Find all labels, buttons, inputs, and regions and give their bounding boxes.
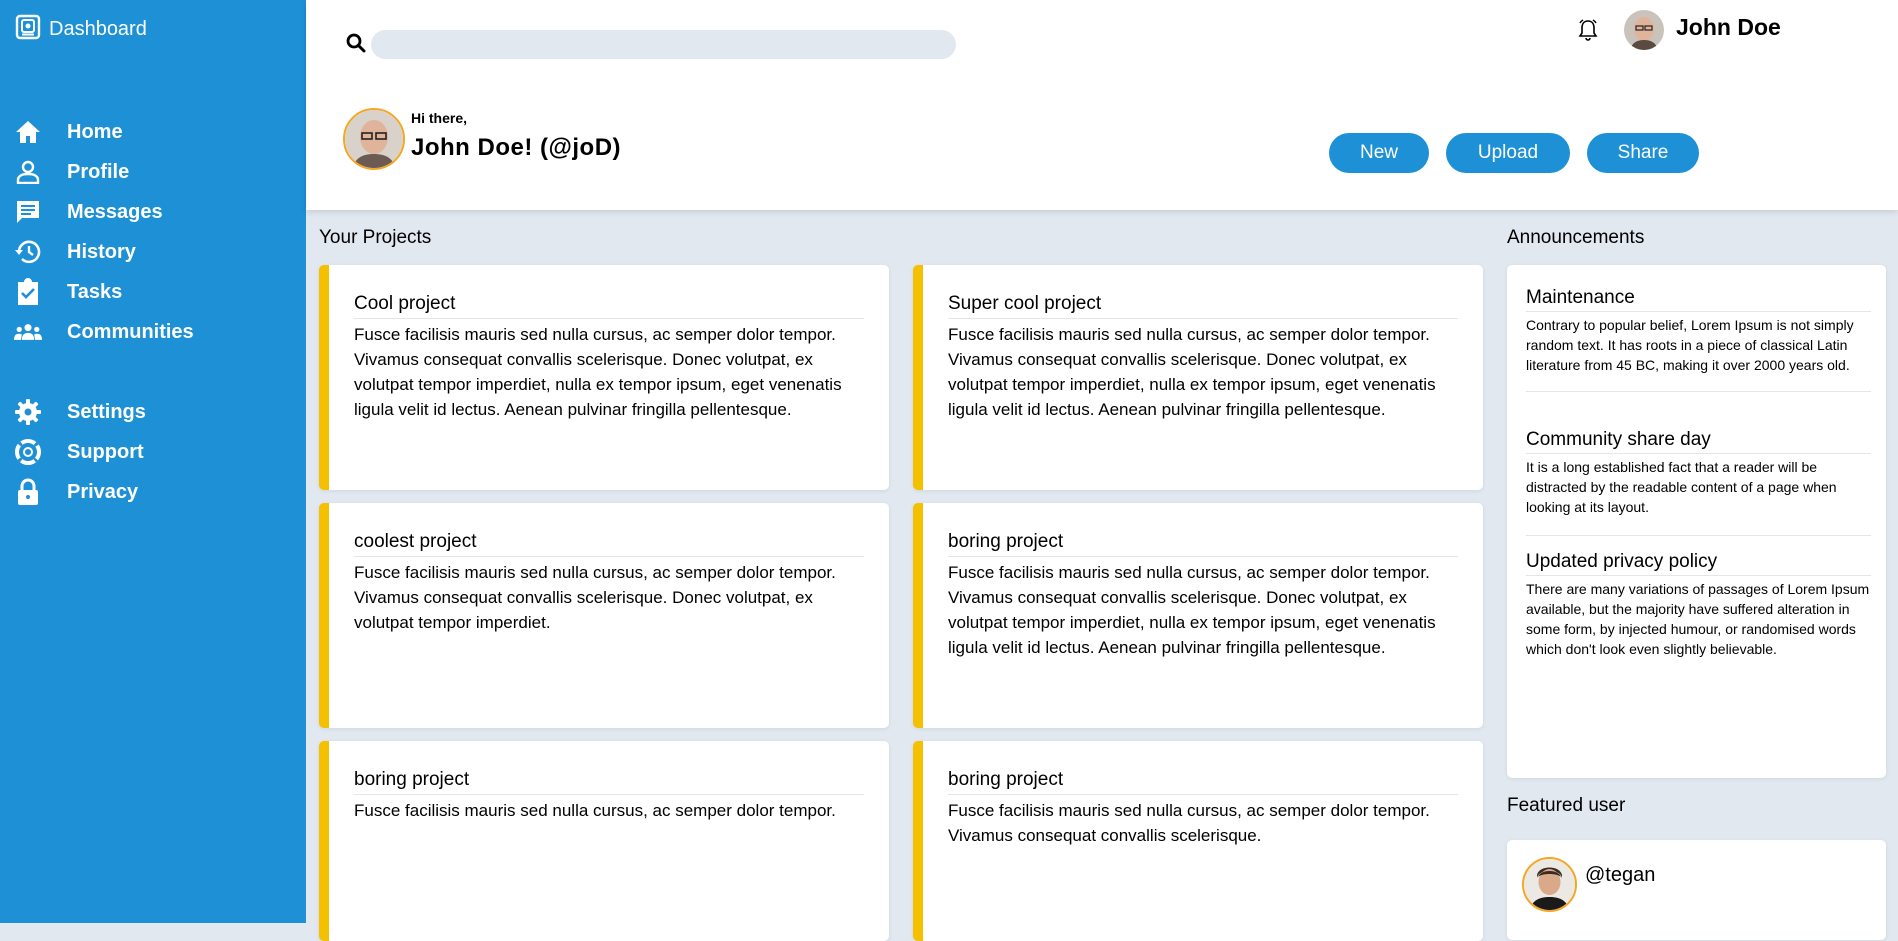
greeting-name: John Doe! (@joD) <box>411 134 622 161</box>
project-title: boring project <box>354 769 864 795</box>
gear-icon <box>14 398 42 426</box>
project-title: boring project <box>948 531 1458 557</box>
announcement-title: Community share day <box>1526 429 1871 454</box>
sidebar-item-home[interactable]: Home <box>14 115 123 149</box>
clipboard-check-icon <box>14 278 42 306</box>
sidebar-item-label: Messages <box>67 200 163 223</box>
sidebar-item-label: Support <box>67 440 144 463</box>
new-button[interactable]: New <box>1329 133 1429 173</box>
profile-avatar <box>343 108 405 170</box>
project-title: Super cool project <box>948 293 1458 319</box>
project-description: Fusce facilisis mauris sed nulla cursus,… <box>354 801 836 820</box>
project-description: Fusce facilisis mauris sed nulla cursus,… <box>948 325 1436 419</box>
project-title: coolest project <box>354 531 864 557</box>
project-card[interactable]: Cool project Fusce facilisis mauris sed … <box>319 265 889 490</box>
upload-button[interactable]: Upload <box>1446 133 1570 173</box>
sidebar-item-history[interactable]: History <box>14 235 136 269</box>
sidebar-item-label: History <box>67 240 136 263</box>
announcements-title: Announcements <box>1507 227 1645 248</box>
project-description: Fusce facilisis mauris sed nulla cursus,… <box>354 563 836 632</box>
announcement-item[interactable]: Updated privacy policy There are many va… <box>1526 551 1871 659</box>
featured-title: Featured user <box>1507 795 1626 816</box>
greeting: Hi there, <box>411 110 468 126</box>
project-card[interactable]: boring project Fusce facilisis mauris se… <box>913 741 1483 941</box>
lock-icon <box>14 478 42 506</box>
projects-title: Your Projects <box>319 227 432 248</box>
announcement-body: It is a long established fact that a rea… <box>1526 459 1837 515</box>
brand-label: Dashboard <box>49 18 147 40</box>
sidebar: Dashboard Home Profile Messages History … <box>0 0 306 923</box>
sidebar-item-tasks[interactable]: Tasks <box>14 275 122 309</box>
header: John Doe Hi there, John Doe! (@joD) New … <box>306 0 1898 210</box>
sidebar-item-messages[interactable]: Messages <box>14 195 163 229</box>
search-input[interactable] <box>371 30 956 59</box>
announcement-item[interactable]: Maintenance Contrary to popular belief, … <box>1526 287 1871 392</box>
search-icon[interactable] <box>346 33 366 58</box>
announcements-panel: Maintenance Contrary to popular belief, … <box>1507 265 1886 778</box>
project-description: Fusce facilisis mauris sed nulla cursus,… <box>948 563 1436 657</box>
announcement-title: Maintenance <box>1526 287 1871 312</box>
sidebar-item-privacy[interactable]: Privacy <box>14 475 138 509</box>
project-card[interactable]: coolest project Fusce facilisis mauris s… <box>319 503 889 728</box>
users-icon <box>14 318 42 346</box>
sidebar-item-label: Tasks <box>67 280 123 303</box>
home-icon <box>14 118 42 146</box>
sidebar-item-support[interactable]: Support <box>14 435 144 469</box>
user-name[interactable]: John Doe <box>1676 14 1781 41</box>
sidebar-item-label: Privacy <box>67 480 139 503</box>
sidebar-item-communities[interactable]: Communities <box>14 315 194 349</box>
project-description: Fusce facilisis mauris sed nulla cursus,… <box>948 801 1430 845</box>
announcement-body: There are many variations of passages of… <box>1526 581 1870 657</box>
dashboard-icon <box>15 14 41 45</box>
user-icon <box>14 158 42 186</box>
project-card[interactable]: Super cool project Fusce facilisis mauri… <box>913 265 1483 490</box>
project-card[interactable]: boring project Fusce facilisis mauris se… <box>319 741 889 941</box>
project-card[interactable]: boring project Fusce facilisis mauris se… <box>913 503 1483 728</box>
history-icon <box>14 238 42 266</box>
featured-user-card[interactable]: @tegan <box>1507 840 1886 940</box>
divider <box>1526 535 1871 536</box>
sidebar-item-settings[interactable]: Settings <box>14 395 146 429</box>
share-button[interactable]: Share <box>1587 133 1699 173</box>
avatar[interactable] <box>1624 10 1664 50</box>
announcement-title: Updated privacy policy <box>1526 551 1871 576</box>
announcement-item[interactable]: Community share day It is a long establi… <box>1526 429 1871 536</box>
sidebar-item-label: Home <box>67 120 123 143</box>
lifebuoy-icon <box>14 438 42 466</box>
featured-handle: @tegan <box>1585 864 1656 886</box>
sidebar-item-label: Profile <box>67 160 130 183</box>
message-icon <box>14 198 42 226</box>
sidebar-item-label: Settings <box>67 400 146 423</box>
project-title: Cool project <box>354 293 864 319</box>
sidebar-item-profile[interactable]: Profile <box>14 155 129 189</box>
project-description: Fusce facilisis mauris sed nulla cursus,… <box>354 325 842 419</box>
divider <box>1526 391 1871 392</box>
sidebar-item-label: Communities <box>67 320 194 343</box>
bell-icon[interactable] <box>1578 18 1598 47</box>
brand[interactable]: Dashboard <box>15 14 147 45</box>
featured-avatar <box>1522 857 1577 912</box>
announcement-body: Contrary to popular belief, Lorem Ipsum … <box>1526 317 1854 373</box>
project-title: boring project <box>948 769 1458 795</box>
